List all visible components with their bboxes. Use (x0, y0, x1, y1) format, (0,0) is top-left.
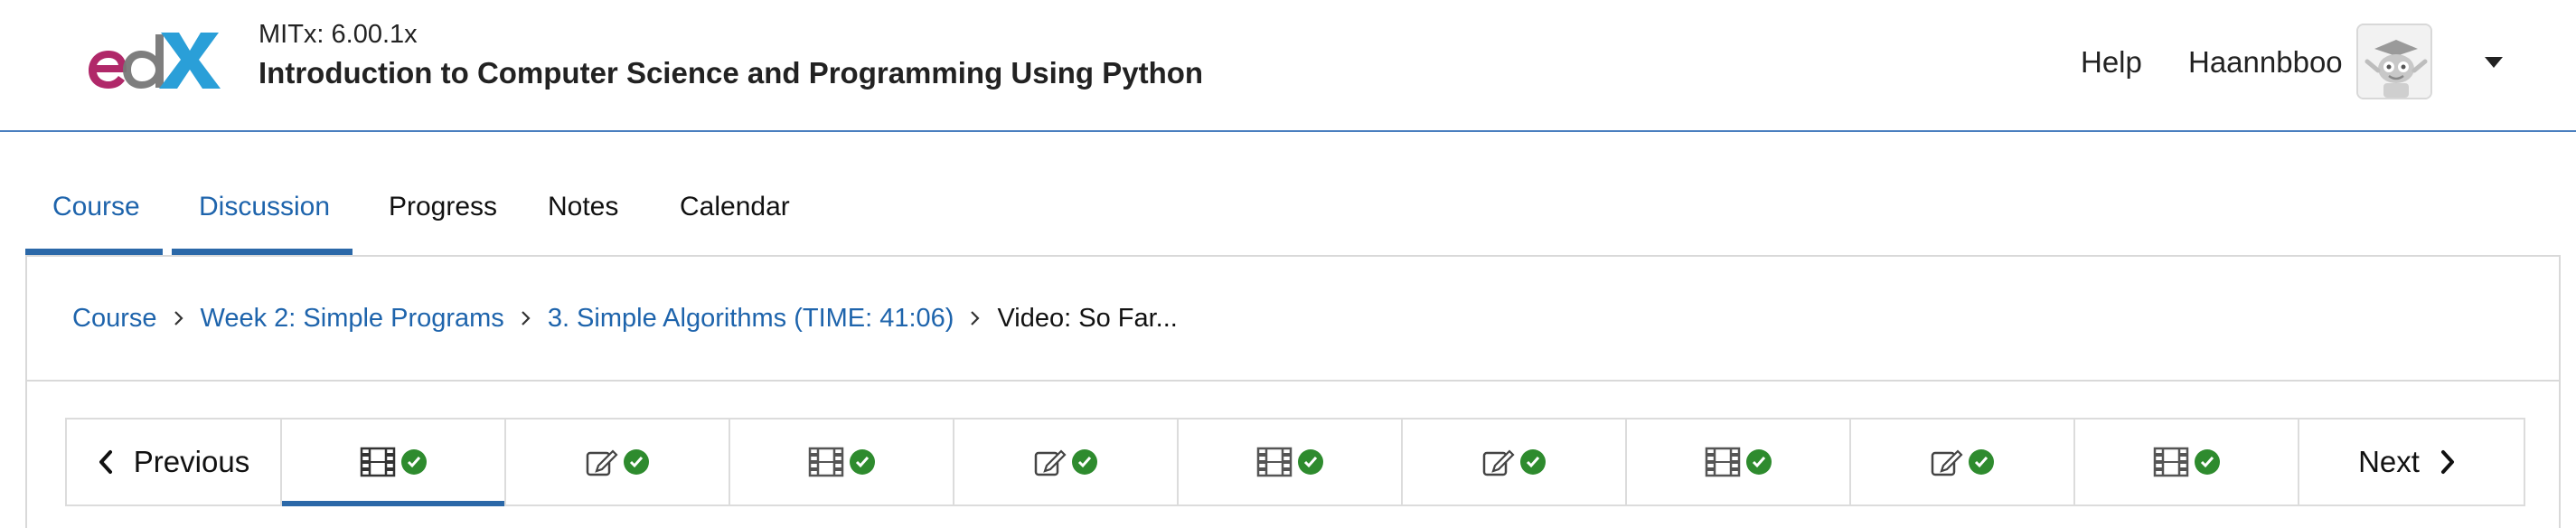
edx-logo[interactable] (78, 24, 222, 94)
check-circle-icon (1746, 449, 1772, 475)
tab-course[interactable]: Course (25, 172, 163, 255)
check-circle-icon (401, 449, 427, 475)
breadcrumb-current: Video: So Far... (997, 304, 1178, 333)
check-circle-icon (850, 449, 875, 475)
sequence-item-video[interactable] (1179, 420, 1403, 504)
help-link[interactable]: Help (2081, 45, 2142, 80)
check-circle-icon (1072, 449, 1097, 475)
tab-notes[interactable]: Notes (521, 172, 644, 255)
film-icon (1705, 447, 1741, 477)
check-circle-icon (2195, 449, 2220, 475)
film-icon (808, 447, 844, 477)
site-header: MITx: 6.00.1x Introduction to Computer S… (0, 0, 2576, 132)
breadcrumb: Course Week 2: Simple Programs 3. Simple… (72, 304, 1178, 334)
sequence-item-problem[interactable] (506, 420, 730, 504)
sequence-item-video[interactable] (730, 420, 954, 504)
sequence-item-problem[interactable] (954, 420, 1179, 504)
sequence-item-video[interactable] (2075, 420, 2299, 504)
edit-icon (1034, 448, 1067, 476)
tab-calendar[interactable]: Calendar (653, 172, 797, 255)
chevron-right-icon (174, 305, 184, 333)
edit-icon (586, 448, 618, 476)
film-icon (360, 447, 396, 477)
divider (27, 380, 2559, 382)
sequence-item-video[interactable] (1627, 420, 1851, 504)
breadcrumb-subsection[interactable]: 3. Simple Algorithms (TIME: 41:06) (548, 304, 954, 334)
film-icon (2153, 447, 2189, 477)
sequence-item-video[interactable] (282, 420, 506, 506)
previous-button[interactable]: Previous (67, 420, 282, 504)
chevron-right-icon (521, 305, 531, 333)
course-title: Introduction to Computer Science and Pro… (259, 56, 1204, 90)
sequence-item-problem[interactable] (1403, 420, 1627, 504)
tab-progress[interactable]: Progress (362, 172, 512, 255)
user-avatar-icon[interactable] (2356, 24, 2432, 99)
chevron-right-icon (2440, 450, 2454, 474)
check-circle-icon (1298, 449, 1323, 475)
edit-icon (1931, 448, 1963, 476)
breadcrumb-course[interactable]: Course (72, 304, 157, 334)
breadcrumb-week[interactable]: Week 2: Simple Programs (201, 304, 504, 334)
next-button[interactable]: Next (2299, 420, 2515, 504)
next-label: Next (2358, 445, 2420, 478)
username-link[interactable]: Haannbboo (2188, 45, 2343, 80)
sequence-item-problem[interactable] (1851, 420, 2075, 504)
edit-icon (1482, 448, 1515, 476)
check-circle-icon (624, 449, 649, 475)
check-circle-icon (1520, 449, 1546, 475)
course-tabs: Course Discussion Progress Notes Calenda… (25, 172, 806, 255)
course-content-panel: Course Week 2: Simple Programs 3. Simple… (25, 255, 2561, 528)
tab-discussion[interactable]: Discussion (172, 172, 353, 255)
check-circle-icon (1969, 449, 1994, 475)
chevron-left-icon (99, 450, 112, 474)
previous-label: Previous (133, 445, 250, 478)
caret-down-icon[interactable] (2480, 49, 2507, 76)
chevron-right-icon (970, 305, 981, 333)
sequence-nav: Previous Next (65, 418, 2525, 506)
film-icon (1256, 447, 1293, 477)
course-org: MITx: 6.00.1x (259, 20, 418, 49)
